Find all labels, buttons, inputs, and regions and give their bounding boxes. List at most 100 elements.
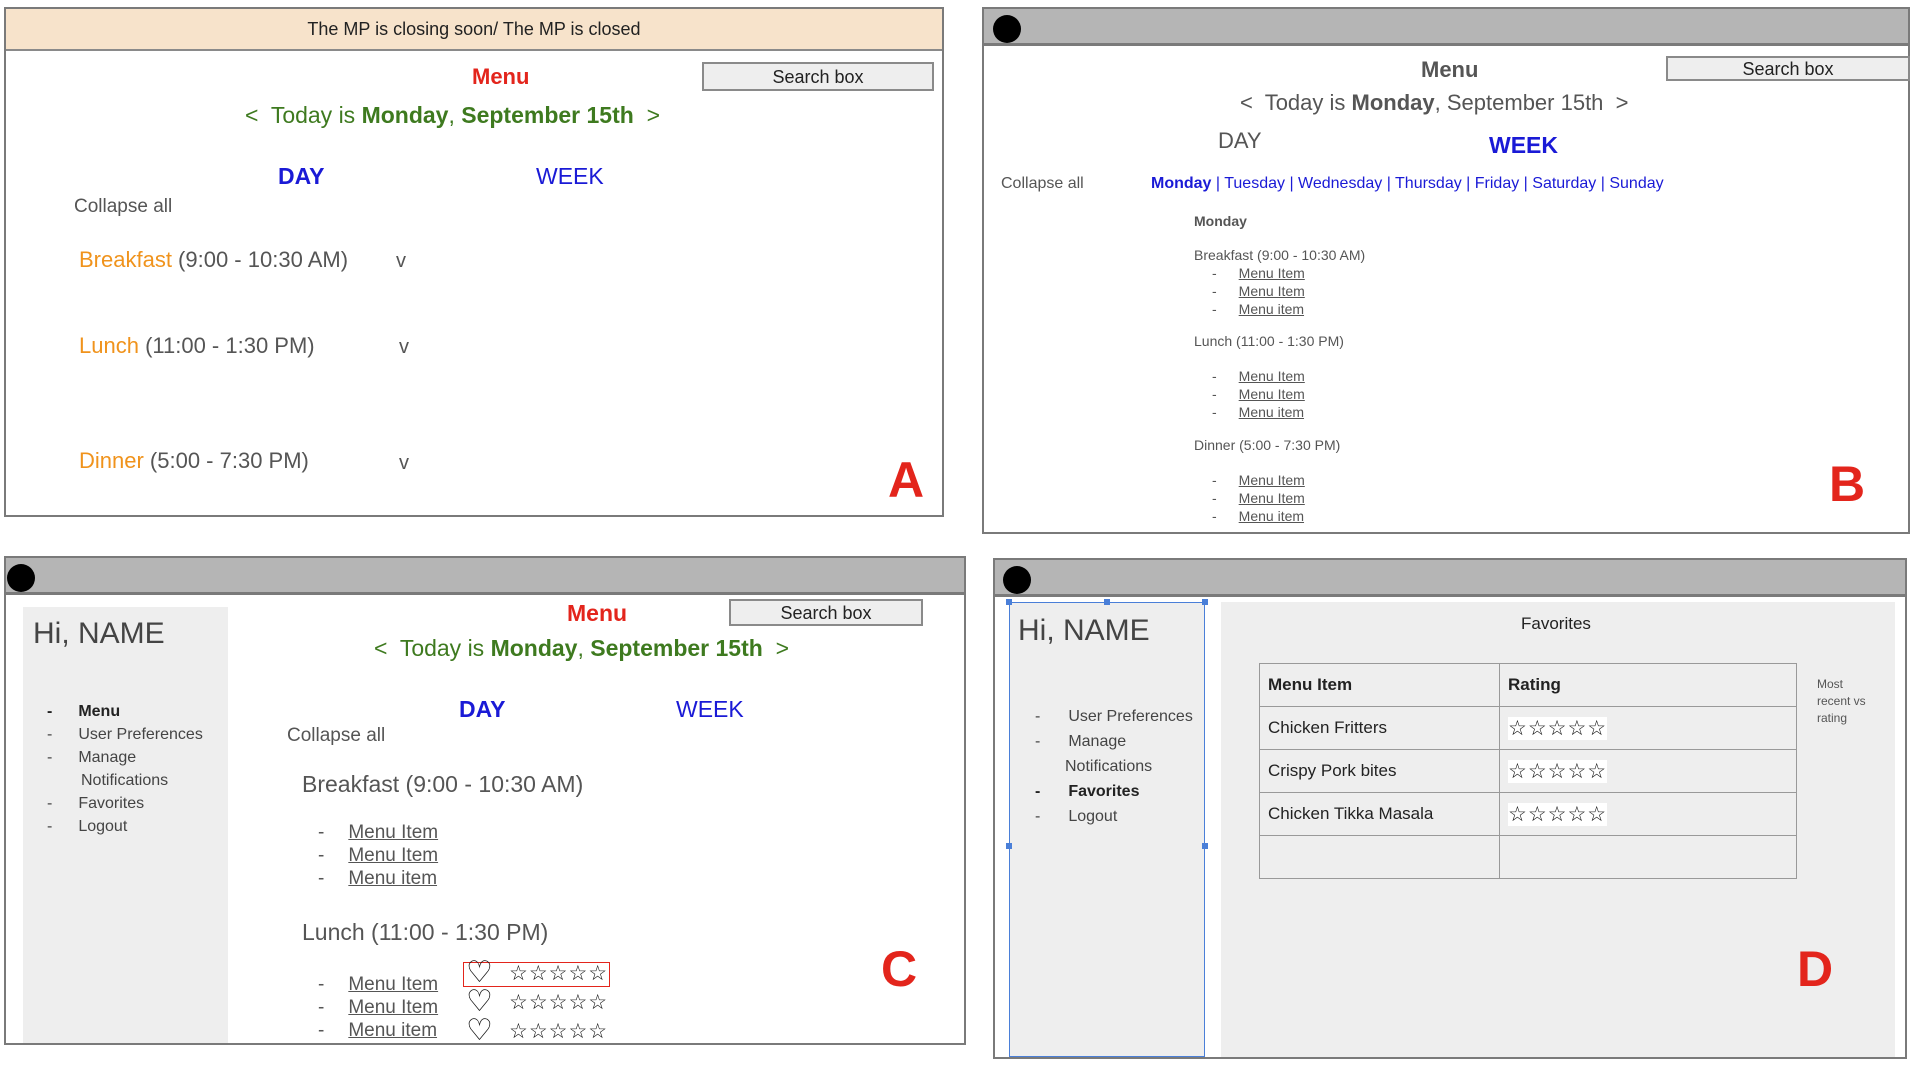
table-row[interactable]: Crispy Pork bites ☆☆☆☆☆: [1259, 749, 1797, 793]
selection-handle[interactable]: [1006, 599, 1012, 605]
menu-title: Menu: [567, 600, 628, 626]
sidebar-nav: - Menu - User Preferences - Manage Notifica…: [47, 700, 203, 838]
tab-day[interactable]: DAY: [459, 696, 505, 723]
weekday-separator: |: [1519, 175, 1533, 192]
weekday-link[interactable]: Saturday: [1532, 175, 1596, 192]
weekday-link[interactable]: Friday: [1475, 175, 1519, 192]
sidebar-item-favorites[interactable]: - Favorites: [47, 792, 203, 815]
bullet: -: [1212, 490, 1217, 506]
collapse-all-button[interactable]: Collapse all: [287, 725, 385, 747]
date-next-button[interactable]: >: [647, 102, 660, 128]
meal-header: Breakfast (9:00 - 10:30 AM): [302, 771, 584, 797]
rating-cell: ☆☆☆☆☆: [1499, 749, 1797, 793]
date-prefix: Today is: [399, 635, 491, 661]
date-prev-button[interactable]: <: [1240, 90, 1253, 115]
selection-handle[interactable]: [1202, 599, 1208, 605]
table-row[interactable]: Chicken Fritters ☆☆☆☆☆: [1259, 706, 1797, 750]
sidebar-item-label: Logout: [1068, 808, 1118, 825]
window-button-icon[interactable]: [7, 564, 35, 592]
menu-item-cell: Chicken Fritters: [1259, 706, 1500, 750]
menu-item-link[interactable]: Menu Item: [1239, 490, 1305, 506]
menu-item-link[interactable]: Menu Item: [348, 822, 438, 843]
sidebar-item-logout[interactable]: - Logout: [47, 815, 203, 838]
sidebar-item-favorites[interactable]: - Favorites: [1035, 779, 1193, 804]
weekday-separator: |: [1461, 175, 1475, 192]
greeting: Hi, NAME: [33, 617, 165, 650]
star-rating[interactable]: ☆☆☆☆☆: [509, 992, 608, 1014]
weekday-link[interactable]: Sunday: [1609, 175, 1663, 192]
selection-handle[interactable]: [1006, 843, 1012, 849]
sidebar-item-notifications[interactable]: Notifications: [1035, 754, 1193, 779]
weekday-nav: Monday | Tuesday | Wednesday | Thursday …: [1151, 175, 1664, 193]
tab-week[interactable]: WEEK: [536, 163, 604, 190]
sidebar-item-user-preferences[interactable]: - User Preferences: [1035, 704, 1193, 729]
collapse-all-button[interactable]: Collapse all: [74, 196, 172, 218]
expand-toggle[interactable]: v: [399, 336, 409, 359]
meal-lunch[interactable]: Lunch (11:00 - 1:30 PM): [79, 333, 315, 359]
tab-day[interactable]: DAY: [278, 163, 324, 190]
weekday-link[interactable]: Monday: [1151, 175, 1211, 192]
sidebar-item-manage[interactable]: - Manage: [47, 746, 203, 769]
menu-item-link[interactable]: Menu item: [348, 1020, 437, 1041]
greeting: Hi, NAME: [1018, 614, 1150, 647]
weekday-link[interactable]: Thursday: [1395, 175, 1462, 192]
menu-item-link[interactable]: Menu Item: [1239, 283, 1305, 299]
star-rating[interactable]: ☆☆☆☆☆: [509, 1021, 608, 1043]
menu-item-link[interactable]: Menu Item: [348, 974, 438, 995]
weekday-separator: |: [1382, 175, 1396, 192]
menu-item-link[interactable]: Menu item: [348, 868, 437, 889]
weekday-separator: |: [1211, 175, 1225, 192]
sidebar-item-notifications[interactable]: Notifications: [47, 769, 203, 792]
star-rating[interactable]: ☆☆☆☆☆: [1508, 759, 1608, 783]
tab-week[interactable]: WEEK: [676, 696, 744, 723]
date-prev-button[interactable]: <: [245, 102, 258, 128]
search-input[interactable]: Search box: [702, 62, 934, 91]
bullet: -: [1035, 783, 1041, 800]
weekday-link[interactable]: Wednesday: [1298, 175, 1382, 192]
heart-icon[interactable]: ♡: [466, 1016, 493, 1046]
search-input[interactable]: Search box: [1666, 56, 1910, 81]
date-next-button[interactable]: >: [1616, 90, 1629, 115]
menu-item-link[interactable]: Menu item: [1239, 301, 1304, 317]
star-rating[interactable]: ☆☆☆☆☆: [1508, 802, 1608, 826]
window-button-icon[interactable]: [1003, 566, 1031, 594]
date-next-button[interactable]: >: [776, 635, 789, 661]
table-row[interactable]: Chicken Tikka Masala ☆☆☆☆☆: [1259, 792, 1797, 836]
sidebar-item-menu[interactable]: - Menu: [47, 700, 203, 723]
meal-list: - Menu Item - Menu Item - Menu item: [318, 973, 438, 1042]
menu-item-link[interactable]: Menu Item: [348, 997, 438, 1018]
collapse-all-button[interactable]: Collapse all: [1001, 175, 1084, 193]
menu-item-link[interactable]: Menu Item: [1239, 472, 1305, 488]
heart-icon[interactable]: ♡: [466, 987, 493, 1017]
menu-item-link[interactable]: Menu item: [1239, 404, 1304, 420]
menu-item-link[interactable]: Menu Item: [1239, 386, 1305, 402]
meal-breakfast[interactable]: Breakfast (9:00 - 10:30 AM): [79, 247, 348, 273]
selection-handle[interactable]: [1202, 843, 1208, 849]
menu-item-link[interactable]: Menu Item: [1239, 368, 1305, 384]
tab-week[interactable]: WEEK: [1489, 132, 1558, 159]
date-prev-button[interactable]: <: [374, 635, 387, 661]
expand-toggle[interactable]: v: [396, 250, 406, 273]
star-rating[interactable]: ☆☆☆☆☆: [1508, 716, 1608, 740]
bullet: -: [318, 974, 325, 995]
weekday-link[interactable]: Tuesday: [1224, 175, 1285, 192]
table-row: [1259, 835, 1797, 879]
sidebar-item-label: Manage: [78, 749, 137, 766]
sidebar-item-manage[interactable]: - Manage: [1035, 729, 1193, 754]
expand-toggle[interactable]: v: [399, 452, 409, 475]
menu-item-link[interactable]: Menu item: [1239, 508, 1304, 524]
bullet: -: [47, 749, 53, 766]
star-rating[interactable]: ☆☆☆☆☆: [509, 963, 608, 985]
search-input[interactable]: Search box: [729, 599, 923, 626]
window-button-icon[interactable]: [993, 15, 1021, 43]
heart-icon[interactable]: ♡: [466, 958, 493, 988]
tab-day[interactable]: DAY: [1218, 128, 1262, 154]
menu-item-link[interactable]: Menu Item: [348, 845, 438, 866]
menu-item-link[interactable]: Menu Item: [1239, 265, 1305, 281]
sidebar-item-logout[interactable]: - Logout: [1035, 804, 1193, 829]
sidebar-item-user-preferences[interactable]: - User Preferences: [47, 723, 203, 746]
meal-dinner[interactable]: Dinner (5:00 - 7:30 PM): [79, 448, 309, 474]
sort-toggle[interactable]: Most recent vs rating: [1817, 676, 1866, 727]
selection-handle[interactable]: [1104, 599, 1110, 605]
list-item: - Menu Item: [318, 844, 438, 867]
